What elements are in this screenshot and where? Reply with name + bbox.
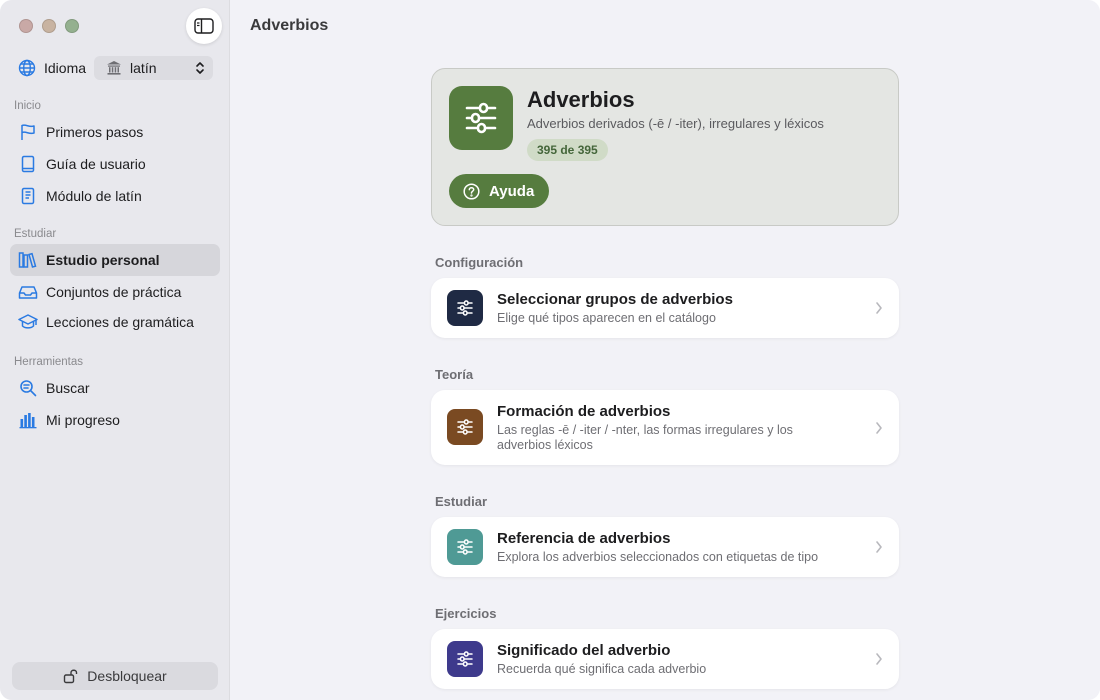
sidebar-icon (194, 18, 214, 34)
zoom-window-button[interactable] (65, 19, 79, 33)
sidebar-item-label: Conjuntos de práctica (46, 284, 182, 300)
book-icon (18, 154, 38, 174)
card-referencia-adverbios[interactable]: Referencia de adverbios Explora los adve… (431, 517, 899, 577)
books-icon (18, 250, 38, 270)
sliders-icon (447, 290, 483, 326)
card-significado-adverbio[interactable]: Significado del adverbio Recuerda qué si… (431, 629, 899, 689)
card-formacion-adverbios[interactable]: Formación de adverbios Las reglas -ē / -… (431, 390, 899, 465)
temple-icon (106, 60, 122, 76)
card-description: Explora los adverbios seleccionados con … (497, 550, 819, 564)
count-badge: 395 de 395 (527, 139, 608, 161)
group-label-configuracion: Configuración (435, 255, 524, 270)
sidebar-toggle-button[interactable] (186, 8, 222, 44)
card-title: Formación de adverbios (497, 403, 671, 420)
card-description: Las reglas -ē / -iter / -nter, las forma… (497, 423, 793, 452)
tray-icon (18, 282, 38, 302)
sidebar-item-label: Mi progreso (46, 412, 120, 428)
group-label-ejercicios: Ejercicios (435, 606, 497, 621)
unlock-icon (64, 669, 78, 684)
globe-icon (18, 58, 36, 78)
graduation-cap-icon (18, 312, 38, 332)
chevron-right-icon (876, 541, 882, 553)
sidebar-item-estudio-personal[interactable]: Estudio personal (10, 244, 220, 276)
chevron-right-icon (876, 422, 882, 434)
hero-subtitle: Adverbios derivados (-ē / -iter), irregu… (527, 116, 824, 131)
window-controls (19, 19, 79, 33)
chevron-right-icon (876, 653, 882, 665)
hero-title: Adverbios (527, 87, 635, 112)
language-value: latín (130, 60, 157, 76)
card-description: Recuerda qué significa cada adverbio (497, 662, 707, 676)
sidebar-item-label: Estudio personal (46, 252, 160, 268)
book-text-icon (18, 186, 38, 206)
sliders-icon (449, 86, 513, 150)
help-button[interactable]: Ayuda (449, 174, 549, 208)
chevron-updown-icon (196, 62, 204, 74)
sidebar-item-conjuntos-practica[interactable]: Conjuntos de práctica (10, 276, 220, 308)
card-title: Seleccionar grupos de adverbios (497, 291, 733, 308)
language-label: Idioma (44, 60, 87, 76)
language-row: Idioma latín (18, 56, 214, 80)
sidebar-item-label: Lecciones de gramática (46, 314, 194, 330)
search-icon (18, 378, 38, 398)
sidebar: Idioma latín Inicio Primeros pasos Guía … (0, 0, 230, 700)
section-label-estudiar: Estudiar (14, 228, 57, 240)
flag-icon (18, 122, 38, 142)
sliders-icon (447, 529, 483, 565)
sidebar-item-modulo-latin[interactable]: Módulo de latín (10, 180, 220, 212)
sidebar-item-label: Módulo de latín (46, 188, 142, 204)
sidebar-item-guia-usuario[interactable]: Guía de usuario (10, 148, 220, 180)
section-label-herramientas: Herramientas (14, 356, 84, 368)
sidebar-item-mi-progreso[interactable]: Mi progreso (10, 404, 220, 436)
unlock-label: Desbloquear (87, 668, 167, 684)
sidebar-item-label: Guía de usuario (46, 156, 146, 172)
close-window-button[interactable] (19, 19, 33, 33)
sidebar-item-primeros-pasos[interactable]: Primeros pasos (10, 116, 220, 148)
page-title: Adverbios (250, 17, 329, 34)
sidebar-item-label: Primeros pasos (46, 124, 144, 140)
group-label-estudiar: Estudiar (435, 494, 488, 509)
bar-chart-icon (18, 410, 38, 430)
section-label-inicio: Inicio (14, 100, 41, 112)
card-description: Elige qué tipos aparecen en el catálogo (497, 311, 716, 325)
card-title: Significado del adverbio (497, 642, 671, 659)
question-circle-icon (463, 182, 480, 200)
hero-card: Adverbios Adverbios derivados (-ē / -ite… (431, 68, 899, 226)
minimize-window-button[interactable] (42, 19, 56, 33)
main-content: Adverbios Adverbios Adverbios derivados … (231, 0, 1100, 700)
card-title: Referencia de adverbios (497, 530, 671, 547)
app-window: Idioma latín Inicio Primeros pasos Guía … (0, 0, 1100, 700)
group-label-teoria: Teoría (435, 367, 474, 382)
chevron-right-icon (876, 302, 882, 314)
unlock-button[interactable]: Desbloquear (12, 662, 218, 690)
help-label: Ayuda (489, 182, 535, 200)
card-seleccionar-grupos[interactable]: Seleccionar grupos de adverbios Elige qu… (431, 278, 899, 338)
sidebar-item-buscar[interactable]: Buscar (10, 372, 220, 404)
language-select[interactable]: latín (94, 56, 214, 80)
sidebar-item-label: Buscar (46, 380, 90, 396)
sidebar-item-lecciones-gramatica[interactable]: Lecciones de gramática (10, 306, 220, 338)
sliders-icon (447, 409, 483, 445)
sliders-icon (447, 641, 483, 677)
